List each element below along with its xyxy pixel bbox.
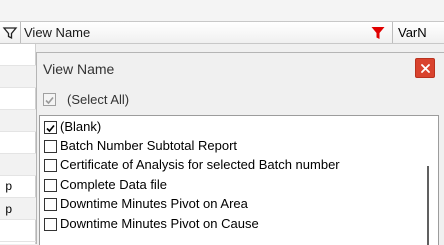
list-item-label: Batch Number Subtotal Report [60, 138, 238, 153]
filter-values-list[interactable]: (Blank) Batch Number Subtotal Report Cer… [39, 115, 439, 245]
table-row[interactable] [0, 220, 36, 242]
data-grid: p p [0, 44, 36, 244]
list-scrollbar[interactable] [423, 116, 438, 245]
list-item-label: Downtime Minutes Pivot on Cause [60, 216, 259, 231]
table-row[interactable] [0, 44, 36, 66]
list-item[interactable]: Complete Data file [40, 176, 420, 195]
list-item[interactable]: Batch Number Subtotal Report [40, 137, 420, 156]
list-item[interactable]: Downtime Minutes Pivot on Cause [40, 215, 420, 234]
table-row[interactable]: p [0, 198, 36, 220]
column-header-varname[interactable]: VarN [398, 25, 444, 41]
table-row[interactable] [0, 110, 36, 132]
grid-header: View Name VarN [0, 21, 444, 44]
list-item-label: Certificate of Analysis for selected Bat… [60, 157, 340, 172]
scrollbar-thumb[interactable] [427, 166, 429, 245]
item-checkbox[interactable] [44, 179, 57, 192]
column-header-view-name[interactable]: View Name [24, 25, 90, 41]
table-row[interactable] [0, 132, 36, 154]
table-row[interactable]: p [0, 176, 36, 198]
item-checkbox[interactable] [44, 198, 57, 211]
close-icon [421, 64, 430, 73]
table-cell: p [5, 202, 12, 216]
close-button[interactable] [415, 58, 435, 78]
checkmark-icon [45, 96, 54, 105]
item-checkbox[interactable] [44, 159, 57, 172]
item-checkbox[interactable] [44, 218, 57, 231]
column-filter-funnel-icon[interactable] [2, 25, 18, 41]
column-divider[interactable] [20, 22, 21, 43]
select-all-label: (Select All) [67, 92, 130, 107]
popup-title: View Name [43, 61, 115, 77]
table-row[interactable] [0, 88, 36, 110]
table-row[interactable] [0, 154, 36, 176]
list-item-blank[interactable]: (Blank) [40, 118, 420, 137]
toolbar-area [0, 0, 444, 21]
select-all-checkbox[interactable] [43, 93, 56, 106]
list-item-label: (Blank) [60, 119, 102, 134]
column-divider[interactable] [392, 22, 393, 43]
checkmark-icon [46, 124, 55, 133]
table-row[interactable] [0, 66, 36, 88]
item-checkbox[interactable] [44, 140, 57, 153]
list-item-label: Downtime Minutes Pivot on Area [60, 196, 248, 211]
list-item[interactable]: Downtime Minutes Pivot on Area [40, 195, 420, 214]
filter-dropdown-popup: View Name (Select All) (Blank) Batch Num… [36, 52, 444, 245]
list-item[interactable]: Certificate of Analysis for selected Bat… [40, 156, 420, 175]
list-item-label: Complete Data file [60, 177, 167, 192]
active-filter-funnel-icon[interactable] [370, 25, 386, 41]
item-checkbox[interactable] [44, 121, 57, 134]
table-cell: p [5, 179, 12, 193]
